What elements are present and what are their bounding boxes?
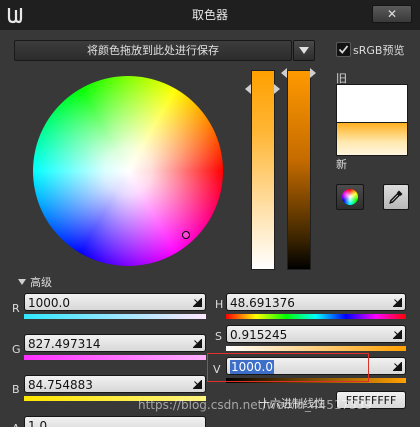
blue-channel-label: B [12,383,20,396]
saturation-channel-input[interactable]: 0.915245 [226,325,406,343]
saturation-channel-value: 0.915245 [230,328,288,342]
saved-colors-dropdown-button[interactable] [293,40,315,61]
color-wheel-mode-button[interactable] [336,184,364,210]
blue-channel-input[interactable]: 84.754883 [24,375,206,393]
value-field-highlight [207,353,369,382]
save-color-dropzone[interactable]: 将颜色拖放到此处进行保存 [14,40,292,61]
new-color-label: 新 [336,158,347,171]
green-channel-input[interactable]: 827.497314 [24,334,206,352]
hue-channel-label: H [215,298,224,311]
value-slider-handle-left[interactable] [245,84,251,94]
old-color-swatch [336,84,408,124]
value-slider[interactable] [251,70,275,270]
red-channel-input[interactable]: 1000.0 [24,293,206,311]
close-button[interactable]: ✕ [372,5,412,23]
srgb-preview-label: sRGB预览 [353,44,405,57]
resize-handle-icon [393,330,402,339]
hue-gradient-bar [226,314,406,319]
green-channel-label: G [12,343,21,356]
resize-handle-icon [393,362,402,371]
resize-handle-icon [393,298,402,307]
blue-channel-value: 84.754883 [28,378,93,392]
eyedropper-button[interactable] [383,184,409,210]
srgb-preview-checkbox[interactable] [336,42,351,57]
color-wheel-icon [342,189,358,205]
watermark-text: https://blog.csdn.net/weixin_44517339 [138,398,373,412]
alpha-channel-input[interactable]: 1.0 [24,416,206,427]
advanced-section-label[interactable]: 高级 [30,274,52,290]
alpha-channel-value: 1.0 [28,419,48,427]
red-channel-value: 1000.0 [28,296,70,310]
eyedropper-icon [389,190,403,204]
color-wheel-cursor[interactable] [182,231,190,239]
advanced-toggle-icon[interactable] [18,279,26,285]
saturation-channel-label: S [215,330,222,343]
color-picker-window: 取色器 ✕ 将颜色拖放到此处进行保存 sRGB预览 旧 新 高级 R 1000.… [0,0,420,427]
alpha-slider[interactable] [287,70,311,270]
green-channel-value: 827.497314 [28,337,101,351]
alpha-channel-label: A [12,422,20,427]
title-bar[interactable]: 取色器 ✕ [0,0,420,30]
resize-handle-icon [193,380,202,389]
saturation-gradient-bar [226,346,406,351]
new-color-swatch [336,122,408,156]
color-wheel[interactable] [33,76,223,266]
alpha-slider-handle-left[interactable] [281,68,287,78]
hue-channel-value: 48.691376 [230,296,295,310]
value-slider-handle-right[interactable] [274,84,280,94]
resize-handle-icon [193,339,202,348]
red-channel-gradient-bar [24,314,206,319]
hue-channel-input[interactable]: 48.691376 [226,293,406,311]
red-channel-label: R [12,302,20,315]
green-channel-gradient-bar [24,355,206,360]
chevron-down-icon [299,47,309,54]
window-title: 取色器 [191,8,228,22]
resize-handle-icon [193,298,202,307]
checkmark-icon [338,45,349,54]
alpha-slider-handle-right[interactable] [310,68,316,78]
